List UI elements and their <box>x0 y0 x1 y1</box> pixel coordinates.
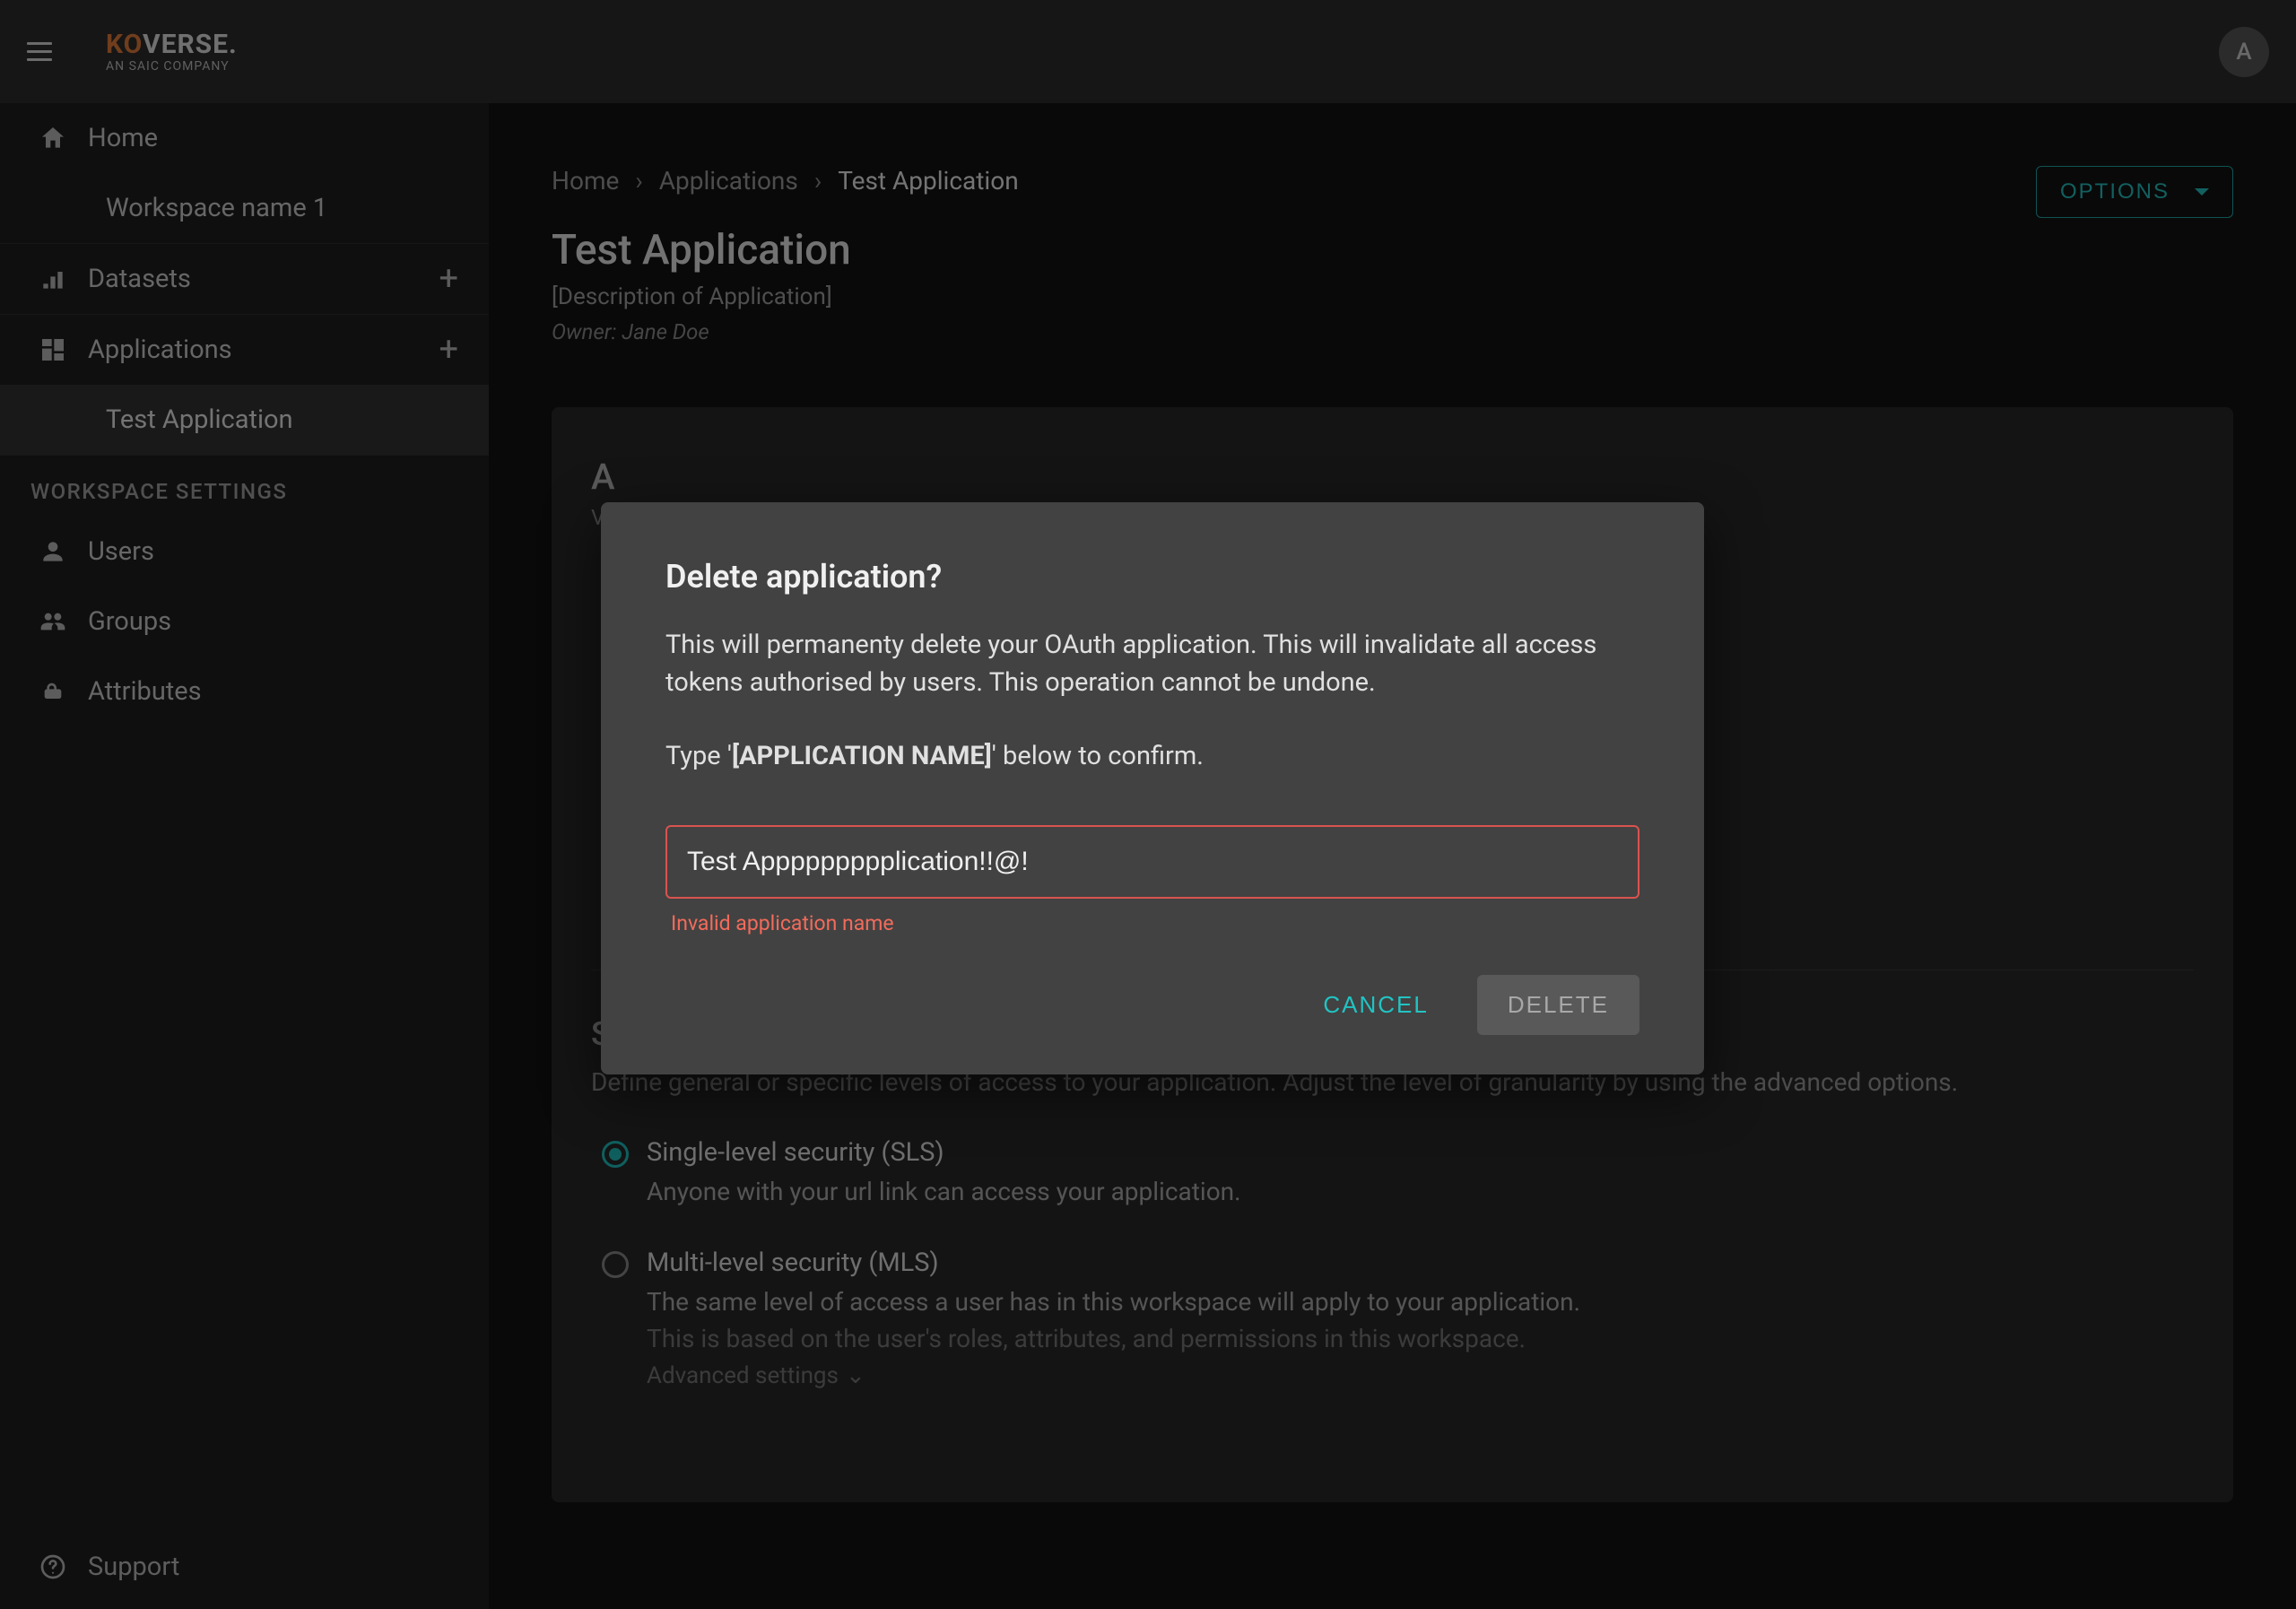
confirm-prefix: Type ' <box>665 741 732 771</box>
confirm-name-input[interactable] <box>665 825 1639 899</box>
dialog-confirm-instruction: Type '[APPLICATION NAME]' below to confi… <box>665 737 1639 775</box>
dialog-actions: CANCEL DELETE <box>665 975 1639 1035</box>
delete-application-dialog: Delete application? This will permanenty… <box>601 502 1704 1074</box>
confirm-app-name: [APPLICATION NAME] <box>732 741 992 771</box>
delete-button[interactable]: DELETE <box>1477 975 1639 1035</box>
dialog-title: Delete application? <box>665 558 1639 596</box>
confirm-suffix: ' below to confirm. <box>992 741 1204 771</box>
dialog-body: This will permanenty delete your OAuth a… <box>665 626 1639 701</box>
error-message: Invalid application name <box>671 911 1639 935</box>
cancel-button[interactable]: CANCEL <box>1292 975 1458 1035</box>
